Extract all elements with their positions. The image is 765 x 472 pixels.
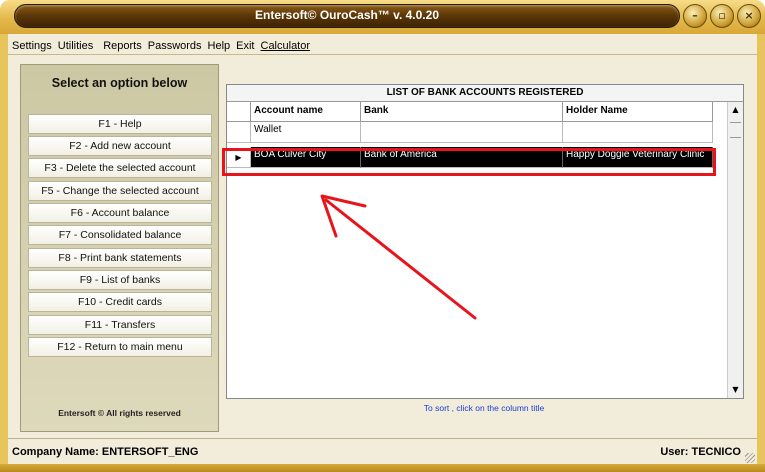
help-button[interactable]: F1 - Help: [28, 114, 212, 134]
consolidated-balance-button[interactable]: F7 - Consolidated balance: [28, 225, 212, 245]
menu-help[interactable]: Help: [205, 37, 234, 52]
title-bar: Entersoft© OuroCash™ v. 4.0.20 – ▫ ×: [0, 0, 765, 34]
cell-bank[interactable]: Bank of America: [361, 147, 563, 168]
maximize-icon: ▫: [718, 9, 726, 22]
list-banks-button[interactable]: F9 - List of banks: [28, 270, 212, 290]
menu-bar: Settings Utilities Reports Passwords Help Exi…: [8, 34, 757, 55]
cell-holder[interactable]: [563, 122, 713, 143]
print-statements-button[interactable]: F8 - Print bank statements: [28, 248, 212, 268]
cell-account[interactable]: BOA Culver City: [251, 147, 361, 168]
status-bar: Company Name: ENTERSOFT_ENG User: TECNIC…: [8, 438, 757, 465]
grid-scrollbar[interactable]: ▲ ▼: [727, 102, 743, 398]
current-row-arrow-icon: ▶: [227, 147, 251, 168]
row-indicator-header: [227, 102, 251, 122]
row-indicator: [227, 122, 251, 143]
resize-grip-icon[interactable]: [745, 453, 755, 463]
menu-exit[interactable]: Exit: [233, 37, 257, 52]
column-header-holder[interactable]: Holder Name: [563, 102, 713, 122]
company-name: Company Name: ENTERSOFT_ENG: [12, 446, 199, 458]
user-name: User: TECNICO: [660, 446, 741, 458]
main-area: Select an option below F1 - Help F2 - Ad…: [8, 55, 757, 438]
cell-bank[interactable]: [361, 122, 563, 143]
column-header-account[interactable]: Account name: [251, 102, 361, 122]
menu-utilities[interactable]: Utilities: [55, 37, 96, 52]
options-title: Select an option below: [51, 76, 188, 90]
window-title: Entersoft© OuroCash™ v. 4.0.20: [254, 8, 439, 22]
window-bottom-edge: [0, 464, 765, 472]
transfers-button[interactable]: F11 - Transfers: [28, 315, 212, 335]
title-pill: Entersoft© OuroCash™ v. 4.0.20: [14, 4, 680, 28]
close-button[interactable]: ×: [737, 4, 761, 28]
menu-settings[interactable]: Settings: [8, 37, 55, 52]
scroll-up-icon[interactable]: ▲: [728, 102, 743, 118]
options-panel: Select an option below F1 - Help F2 - Ad…: [20, 64, 219, 432]
menu-passwords[interactable]: Passwords: [145, 37, 205, 52]
delete-account-button[interactable]: F3 - Delete the selected account: [28, 158, 212, 178]
sort-hint: To sort , click on the column title: [423, 403, 545, 413]
accounts-grid[interactable]: LIST OF BANK ACCOUNTS REGISTERED Account…: [226, 84, 744, 399]
return-main-menu-button[interactable]: F12 - Return to main menu: [28, 337, 212, 357]
menu-calculator[interactable]: Calculator: [258, 37, 314, 52]
credit-cards-button[interactable]: F10 - Credit cards: [28, 292, 212, 312]
scroll-thumb[interactable]: [730, 122, 741, 138]
maximize-button[interactable]: ▫: [710, 4, 734, 28]
column-header-bank[interactable]: Bank: [361, 102, 563, 122]
close-icon: ×: [744, 9, 754, 22]
add-account-button[interactable]: F2 - Add new account: [28, 136, 212, 156]
minimize-button[interactable]: –: [683, 4, 707, 28]
app-window: Entersoft© OuroCash™ v. 4.0.20 – ▫ × Set…: [0, 0, 765, 472]
change-account-button[interactable]: F5 - Change the selected account: [28, 181, 212, 201]
grid-caption: LIST OF BANK ACCOUNTS REGISTERED: [227, 85, 743, 102]
minimize-icon: –: [692, 9, 698, 22]
copyright-text: Entersoft © All rights reserved: [58, 408, 181, 418]
scroll-down-icon[interactable]: ▼: [728, 382, 743, 398]
cell-holder[interactable]: Happy Doggie Veterinary Clinic: [563, 147, 713, 168]
account-balance-button[interactable]: F6 - Account balance: [28, 203, 212, 223]
menu-reports[interactable]: Reports: [96, 37, 145, 52]
cell-account[interactable]: Wallet: [251, 122, 361, 143]
